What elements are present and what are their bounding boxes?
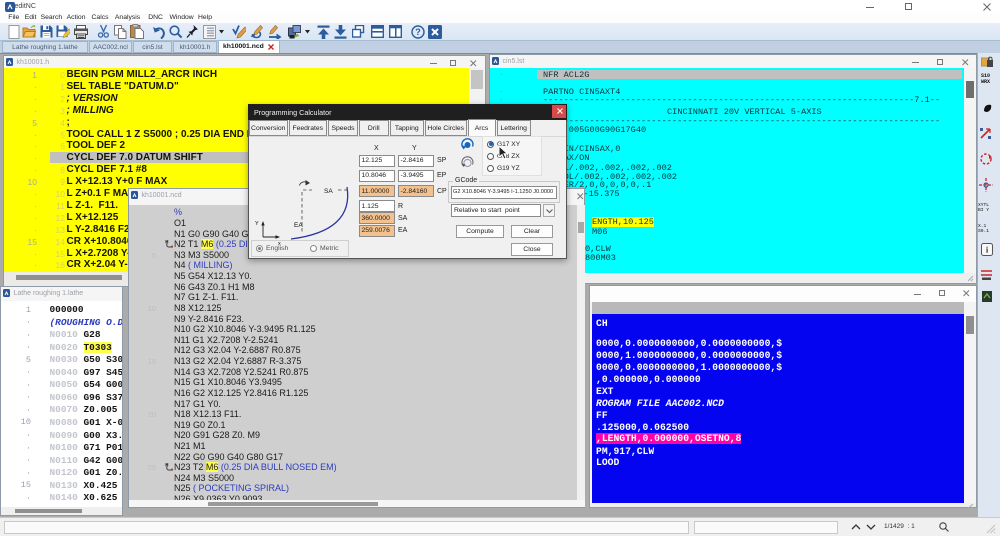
svg-text:EA: EA xyxy=(294,222,303,229)
svg-text:Y: Y xyxy=(255,221,259,227)
svg-text:?: ? xyxy=(415,27,421,37)
svg-text:SA: SA xyxy=(324,188,333,195)
